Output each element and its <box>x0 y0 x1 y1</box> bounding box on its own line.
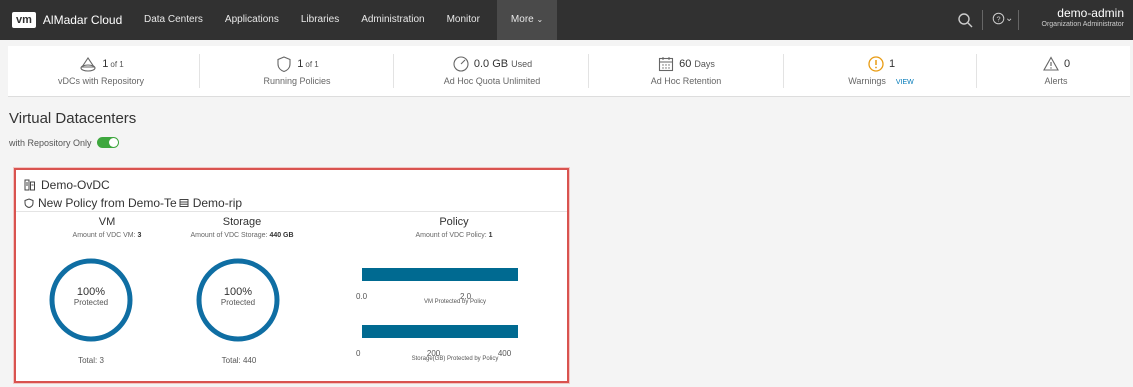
stat-label: Ad Hoc Quota Unlimited <box>443 76 541 86</box>
divider <box>393 54 394 88</box>
nav-libraries[interactable]: Libraries <box>290 0 350 40</box>
storage-heading: Storage <box>222 216 262 228</box>
policy-name[interactable]: New Policy from Demo-Te <box>38 196 177 210</box>
repository-icon <box>179 199 189 207</box>
stat-value: 1 <box>297 58 304 70</box>
vm-percent: 100% <box>76 286 106 298</box>
nav-more-label: More <box>510 14 534 25</box>
top-navbar: vm AlMadar Cloud Data Centers Applicatio… <box>0 0 1133 40</box>
repository-icon <box>80 57 96 72</box>
stat-alerts: 0 Alerts <box>963 46 1133 96</box>
vm-protected-label: Protected <box>73 298 109 307</box>
storage-percent: 100% <box>223 286 253 298</box>
stat-label: Alerts <box>1044 76 1068 86</box>
stat-suffix: of 1 <box>305 59 319 69</box>
vm-policy-bar <box>362 268 518 281</box>
calendar-icon <box>659 57 674 72</box>
vm-amount-label: Amount of VDC VM: <box>72 232 136 239</box>
stat-label: Warnings <box>848 76 886 86</box>
app-name: AlMadar Cloud <box>42 13 123 27</box>
stat-label: vDCs with Repository <box>57 76 145 86</box>
help-menu[interactable]: ? ⌄ <box>992 12 1013 25</box>
stat-value: 60 <box>679 58 692 70</box>
stat-running-policies: 1 of 1 Running Policies <box>204 46 390 96</box>
help-icon: ? <box>992 12 1005 25</box>
alert-triangle-icon <box>1042 56 1059 71</box>
datacenter-icon <box>24 179 35 191</box>
stat-value: 1 <box>888 58 896 70</box>
stat-warnings: 1 Warnings VIEW <box>788 46 974 96</box>
vm-column: VM Amount of VDC VM: 3 <box>44 216 170 239</box>
policy-shield-icon <box>24 198 34 208</box>
policy-amount-value: 1 <box>488 232 493 239</box>
vdc-card[interactable]: Demo-OvDC New Policy from Demo-Te Demo-r… <box>14 168 569 383</box>
storage-amount-value: 440 GB <box>269 232 294 239</box>
policy-amount: Amount of VDC Policy: 1 <box>366 232 542 239</box>
stat-suffix: of 1 <box>110 59 124 69</box>
storage-amount: Amount of VDC Storage: 440 GB <box>179 232 305 239</box>
stat-vdcs-with-repository: 1 of 1 vDCs with Repository <box>8 46 194 96</box>
repository-name[interactable]: Demo-rip <box>193 196 242 210</box>
nav-monitor[interactable]: Monitor <box>436 0 491 40</box>
storage-policy-bar <box>362 325 518 338</box>
repository-only-toggle[interactable] <box>96 137 119 148</box>
header-divider <box>982 10 983 30</box>
vm-ring-label: 100% Protected <box>50 286 132 307</box>
storage-policy-chart-caption: Storage(GB) Protected by Policy <box>411 356 499 362</box>
vm-amount-value: 3 <box>137 232 142 239</box>
gauge-icon <box>453 56 469 72</box>
page-title: Virtual Datacenters <box>9 110 137 127</box>
view-warnings-link[interactable]: VIEW <box>896 79 914 86</box>
storage-protected-label: Protected <box>220 298 256 307</box>
stat-value: 0 <box>1063 58 1071 70</box>
stat-suffix: Used <box>511 59 533 69</box>
chevron-down-icon: ⌄ <box>536 15 544 24</box>
divider <box>588 54 589 88</box>
stat-suffix: Days <box>694 59 715 69</box>
stat-ad-hoc-quota: 0.0 GB Used Ad Hoc Quota Unlimited <box>399 46 585 96</box>
nav-administration[interactable]: Administration <box>350 0 435 40</box>
policy-heading: Policy <box>439 216 469 228</box>
nav-applications[interactable]: Applications <box>214 0 290 40</box>
search-icon[interactable] <box>957 12 973 28</box>
stat-value: 0.0 GB <box>473 58 509 70</box>
storage-column: Storage Amount of VDC Storage: 440 GB <box>179 216 305 239</box>
vmware-logo: vm <box>12 12 36 28</box>
user-role: Organization Administrator <box>1041 21 1124 28</box>
divider <box>199 54 200 88</box>
vm-amount: Amount of VDC VM: 3 <box>44 232 170 239</box>
vdc-card-body: VM Amount of VDC VM: 3 100% Protected To… <box>16 211 567 382</box>
nav-more[interactable]: More ⌄ <box>496 0 558 40</box>
user-menu[interactable]: demo-admin Organization Administrator <box>1028 6 1124 28</box>
policy-amount-label: Amount of VDC Policy: <box>415 232 487 239</box>
stat-label: Running Policies <box>263 76 331 86</box>
nav-data-centers[interactable]: Data Centers <box>133 0 214 40</box>
vdc-name: Demo-OvDC <box>41 178 110 192</box>
brand[interactable]: vm AlMadar Cloud <box>12 10 122 30</box>
main-nav: Data Centers Applications Libraries Admi… <box>133 0 558 40</box>
filter-label: with Repository Only <box>9 137 92 148</box>
warning-circle-icon <box>868 56 884 72</box>
vm-heading: VM <box>98 216 116 228</box>
storage-ring-label: 100% Protected <box>197 286 279 307</box>
policy-column: Policy Amount of VDC Policy: 1 <box>366 216 542 239</box>
vm-total: Total: 3 <box>78 356 104 365</box>
stat-label: Ad Hoc Retention <box>650 76 722 86</box>
vm-policy-chart-caption: VM Protected by Policy <box>423 299 487 305</box>
storage-amount-label: Amount of VDC Storage: <box>190 232 268 239</box>
shield-icon <box>277 56 291 73</box>
chevron-down-icon: ⌄ <box>1005 13 1014 25</box>
stat-ad-hoc-retention: 60 Days Ad Hoc Retention <box>593 46 779 96</box>
user-name: demo-admin <box>1057 6 1124 20</box>
stat-value: 1 <box>102 58 109 70</box>
repository-filter: with Repository Only <box>9 137 119 148</box>
storage-total: Total: 440 <box>221 356 257 365</box>
header-divider <box>1018 10 1019 30</box>
summary-strip: 1 of 1 vDCs with Repository 1 of 1 Running… <box>8 46 1130 97</box>
svg-text:?: ? <box>996 14 1000 23</box>
divider <box>783 54 784 88</box>
